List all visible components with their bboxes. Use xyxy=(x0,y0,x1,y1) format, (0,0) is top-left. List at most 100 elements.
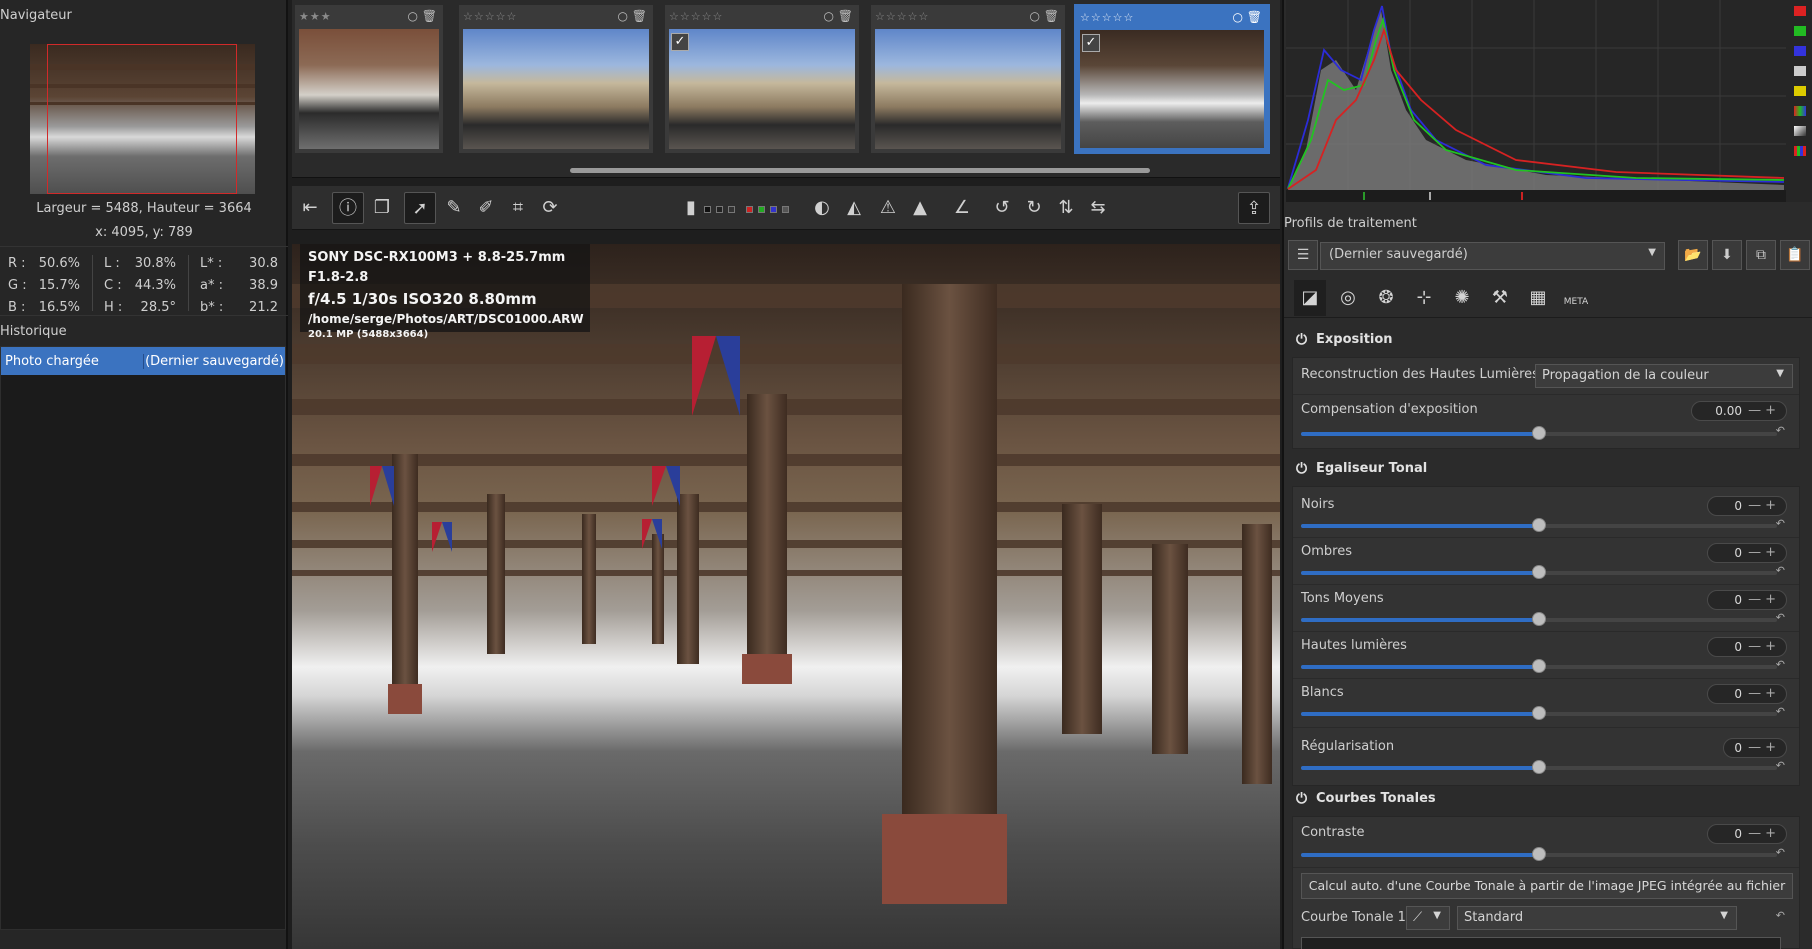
exposure-tab-icon[interactable]: ◪ xyxy=(1294,280,1326,316)
hist-bar-toggle[interactable] xyxy=(1794,126,1806,136)
reset-icon[interactable]: ↶ xyxy=(1776,424,1785,437)
exposure-comp-spinner[interactable]: 0.00 —+ xyxy=(1691,401,1787,421)
auto-curve-button[interactable]: Calcul auto. d'une Courbe Tonale à parti… xyxy=(1301,873,1793,917)
copy-profile-icon[interactable]: ⧉ xyxy=(1746,240,1776,270)
band-spinner[interactable]: 0 —+ xyxy=(1707,496,1787,516)
channel-luminance[interactable] xyxy=(782,206,789,213)
metadata-tab-icon[interactable]: META xyxy=(1560,280,1592,316)
navigator-viewport-rect[interactable] xyxy=(47,44,237,194)
curve-mode-select[interactable]: Standard ▼ xyxy=(1457,906,1737,930)
open-profile-icon[interactable]: 📂 xyxy=(1678,240,1708,270)
hist-luminance-toggle[interactable] xyxy=(1794,66,1806,76)
band-slider[interactable] xyxy=(1301,706,1777,720)
filmstrip-thumb[interactable]: ☆☆☆☆☆ ○ 🗑 xyxy=(458,4,654,154)
rotate-left-icon[interactable]: ↺ xyxy=(986,192,1018,224)
channel-black[interactable] xyxy=(704,206,711,213)
hist-chroma-toggle[interactable] xyxy=(1794,86,1806,96)
advanced-tab-icon[interactable]: ⚒ xyxy=(1484,280,1516,316)
info-icon[interactable]: ⓘ xyxy=(332,192,364,224)
band-spinner[interactable]: 0 —+ xyxy=(1707,590,1787,610)
section-tone-curves[interactable]: ⏻ Courbes Tonales xyxy=(1290,784,1800,814)
exposure-comp-slider[interactable] xyxy=(1301,426,1777,440)
power-icon[interactable]: ⏻ xyxy=(1296,784,1307,814)
hide-panel-icon[interactable]: ⇤ xyxy=(294,192,326,224)
rating-stars[interactable]: ☆☆☆☆☆ xyxy=(463,10,517,23)
band-spinner[interactable]: 0 —+ xyxy=(1707,543,1787,563)
rating-stars[interactable]: ☆☆☆☆☆ xyxy=(875,10,929,23)
check-icon[interactable]: ✓ xyxy=(1082,34,1100,52)
thumb-tools[interactable]: ○ 🗑 xyxy=(407,9,437,23)
flip-vertical-icon[interactable]: ⇅ xyxy=(1050,192,1082,224)
band-slider[interactable] xyxy=(1301,612,1777,626)
save-profile-icon[interactable]: ⬇ xyxy=(1712,240,1742,270)
reset-icon[interactable]: ↶ xyxy=(1776,564,1785,577)
filmstrip-thumb[interactable]: ☆☆☆☆☆ ○ 🗑 xyxy=(870,4,1066,154)
detail-tab-icon[interactable]: ◎ xyxy=(1332,280,1364,316)
straighten-icon[interactable]: ⟳ xyxy=(534,192,566,224)
raw-tab-icon[interactable]: ✺ xyxy=(1446,280,1478,316)
channel-gray[interactable] xyxy=(716,206,723,213)
hist-blue-toggle[interactable] xyxy=(1794,46,1806,56)
reset-icon[interactable]: ↶ xyxy=(1776,705,1785,718)
profile-select[interactable]: (Dernier sauvegardé) ▼ xyxy=(1320,242,1665,270)
check-icon[interactable]: ✓ xyxy=(671,33,689,51)
channel-blue[interactable] xyxy=(770,206,777,213)
thumb-tools[interactable]: ○ 🗑 xyxy=(1029,9,1059,23)
hist-red-toggle[interactable] xyxy=(1794,6,1806,16)
contrast-spinner[interactable]: 0 —+ xyxy=(1707,824,1787,844)
transform-tab-icon[interactable]: ⊹ xyxy=(1408,280,1440,316)
crop-icon[interactable]: ⌗ xyxy=(502,192,534,224)
navigator-preview[interactable] xyxy=(30,44,255,194)
focus-mask-icon[interactable]: ◐ xyxy=(806,192,838,224)
histogram[interactable] xyxy=(1286,0,1786,202)
filmstrip-thumb[interactable]: ☆☆☆☆☆ ○ 🗑 ✓ xyxy=(664,4,860,154)
locallab-tab-icon[interactable]: ▦ xyxy=(1522,280,1554,316)
power-icon[interactable]: ⏻ xyxy=(1296,325,1307,355)
rating-stars[interactable]: ★★★ xyxy=(299,10,332,23)
hist-green-toggle[interactable] xyxy=(1794,26,1806,36)
before-after-icon[interactable]: ❐ xyxy=(366,192,398,224)
profile-list-icon[interactable]: ☰ xyxy=(1288,240,1318,270)
rating-stars[interactable]: ☆☆☆☆☆ xyxy=(669,10,723,23)
flip-horizontal-icon[interactable]: ⇆ xyxy=(1082,192,1114,224)
warning-icon[interactable]: ⚠ xyxy=(872,192,904,224)
section-exposure[interactable]: ⏻ Exposition xyxy=(1290,325,1800,355)
rotate-right-icon[interactable]: ↻ xyxy=(1018,192,1050,224)
band-slider[interactable] xyxy=(1301,659,1777,673)
reset-icon[interactable]: ↶ xyxy=(1776,846,1785,859)
thumb-tools[interactable]: ○ 🗑 xyxy=(1232,10,1262,24)
white-balance-picker-icon[interactable]: ✎ xyxy=(438,192,470,224)
filmstrip-thumb[interactable]: ★★★ ○ 🗑 xyxy=(294,4,444,154)
channel-selector-icon[interactable]: ▮ xyxy=(684,192,698,224)
reset-icon[interactable]: ↶ xyxy=(1776,759,1785,772)
hl-reconstruction-select[interactable]: Propagation de la couleur ▼ xyxy=(1535,364,1793,388)
hist-raw-toggle[interactable] xyxy=(1794,106,1806,116)
channel-green[interactable] xyxy=(758,206,765,213)
thumb-tools[interactable]: ○ 🗑 xyxy=(617,9,647,23)
reset-icon[interactable]: ↶ xyxy=(1776,611,1785,624)
perspective-icon[interactable]: ∠ xyxy=(946,192,978,224)
export-icon[interactable]: ⇪ xyxy=(1238,192,1270,224)
contrast-slider[interactable] xyxy=(1301,847,1777,861)
channel-dark[interactable] xyxy=(728,206,735,213)
reset-icon[interactable]: ↶ xyxy=(1776,909,1785,922)
band-slider[interactable] xyxy=(1301,565,1777,579)
color-tab-icon[interactable]: ❂ xyxy=(1370,280,1402,316)
color-picker-icon[interactable]: ✐ xyxy=(470,192,502,224)
filmstrip-thumb-selected[interactable]: ☆☆☆☆☆ ○ 🗑 ✓ xyxy=(1074,4,1270,154)
hand-tool-icon[interactable]: ➚ xyxy=(404,192,436,224)
band-spinner[interactable]: 0 —+ xyxy=(1707,684,1787,704)
shadow-clip-icon[interactable]: ◭ xyxy=(838,192,870,224)
power-icon[interactable]: ⏻ xyxy=(1296,454,1307,484)
section-tone-equalizer[interactable]: ⏻ Egaliseur Tonal xyxy=(1290,454,1800,484)
channel-red[interactable] xyxy=(746,206,753,213)
reset-icon[interactable]: ↶ xyxy=(1776,658,1785,671)
regularization-spinner[interactable]: 0 —+ xyxy=(1723,738,1787,758)
image-viewer[interactable]: SONY DSC-RX100M3 + 8.8-25.7mm F1.8-2.8 f… xyxy=(292,244,1280,949)
filmstrip-scrollbar[interactable] xyxy=(570,168,1150,173)
regularization-slider[interactable] xyxy=(1301,760,1777,774)
highlight-warning-icon[interactable]: ▲ xyxy=(904,192,936,224)
band-spinner[interactable]: 0 —+ xyxy=(1707,637,1787,657)
curve-type-select[interactable]: ⟋ ▼ xyxy=(1406,906,1450,930)
paste-profile-icon[interactable]: 📋 xyxy=(1780,240,1810,270)
